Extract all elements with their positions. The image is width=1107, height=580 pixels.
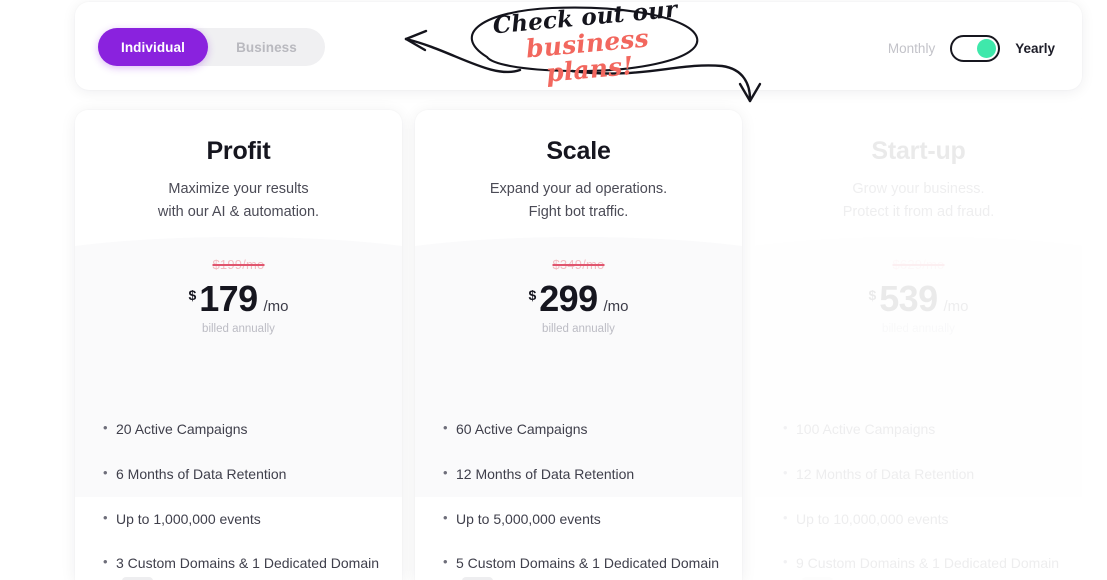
current-price: $ 299 /mo	[415, 281, 742, 317]
feature-text: 12 Months of Data Retention	[456, 465, 635, 482]
feature-text: 9 Custom Domains & 1 Dedicated Domain	[796, 555, 1060, 572]
pricing-card-startup[interactable]: Start-up Grow your business. Protect it …	[755, 110, 1082, 580]
plan-description-line-1: Maximize your results	[168, 181, 309, 197]
feature-text: 60 Active Campaigns	[456, 421, 588, 438]
billing-label-monthly[interactable]: Monthly	[888, 41, 935, 56]
billing-cycle-switch[interactable]	[950, 34, 1001, 62]
plan-description-line-1: Grow your business.	[852, 181, 985, 197]
price-block: $349/mo $ 299 /mo billed annually	[415, 237, 742, 498]
billing-cycle-toggle-group: Monthly Yearly	[888, 33, 1055, 63]
list-item: Up to 1,000,000 events	[103, 507, 384, 531]
list-item: 12 Months of Data Retention	[783, 462, 1064, 486]
currency-symbol: $	[528, 287, 537, 304]
feature-text: 20 Active Campaigns	[116, 421, 248, 438]
list-item: 20 Active Campaigns	[103, 417, 384, 441]
feature-text: Up to 1,000,000 events	[116, 510, 261, 527]
original-price: $349/mo	[552, 257, 605, 273]
billing-label-yearly[interactable]: Yearly	[1015, 41, 1055, 56]
currency-symbol: $	[868, 287, 877, 304]
list-item: 5 Custom Domains & 1 Dedicated DomainSSL	[443, 551, 724, 580]
price-block: $199/mo $ 179 /mo billed annually	[75, 237, 402, 498]
price-amount: 179	[199, 278, 258, 320]
list-item: 3 Custom Domains & 1 Dedicated DomainSSL	[103, 551, 384, 580]
list-item: Up to 5,000,000 events	[443, 507, 724, 531]
original-price: $199/mo	[212, 257, 265, 273]
billing-note: billed annually	[882, 323, 955, 336]
audience-segmented-control[interactable]: Individual Business	[98, 28, 325, 66]
plan-title: Profit	[206, 137, 271, 165]
list-item: 100 Active Campaigns	[783, 417, 1064, 441]
plan-description-line-1: Expand your ad operations.	[489, 181, 668, 197]
feature-text: Up to 10,000,000 events	[796, 510, 949, 527]
tab-business[interactable]: Business	[208, 28, 325, 66]
plan-description-line-2: Fight bot traffic.	[528, 203, 629, 220]
price-period: /mo	[263, 298, 289, 316]
price-amount: 299	[539, 278, 598, 320]
feature-text: 6 Months of Data Retention	[116, 465, 287, 482]
feature-text: Up to 5,000,000 events	[456, 510, 601, 527]
plan-description: Maximize your results with our AI & auto…	[75, 178, 402, 223]
feature-text: 100 Active Campaigns	[796, 421, 936, 438]
list-item: 6 Months of Data Retention	[103, 462, 384, 486]
pricing-card-scale[interactable]: Scale Expand your ad operations. Fight b…	[415, 110, 742, 580]
list-item: Up to 10,000,000 events	[783, 507, 1064, 531]
tab-individual[interactable]: Individual	[98, 28, 208, 66]
plan-title: Start-up	[871, 137, 966, 165]
list-item: 9 Custom Domains & 1 Dedicated DomainSSL	[783, 551, 1064, 580]
feature-text: 5 Custom Domains & 1 Dedicated Domain	[456, 555, 720, 572]
pricing-card-profit[interactable]: Profit Maximize your results with our AI…	[75, 110, 402, 580]
plan-description: Expand your ad operations. Fight bot tra…	[415, 178, 742, 223]
pricing-card-list: Profit Maximize your results with our AI…	[75, 110, 1082, 580]
price-amount: 539	[879, 278, 938, 320]
billing-note: billed annually	[542, 323, 615, 336]
current-price: $ 539 /mo	[755, 281, 1082, 317]
billing-note: billed annually	[202, 323, 275, 336]
original-price: $629/mo	[892, 257, 945, 273]
feature-text: 3 Custom Domains & 1 Dedicated Domain	[116, 555, 380, 572]
price-block: $629/mo $ 539 /mo billed annually	[755, 237, 1082, 498]
price-period: /mo	[603, 298, 629, 316]
plan-description-line-2: with our AI & automation.	[157, 203, 320, 220]
current-price: $ 179 /mo	[75, 281, 402, 317]
price-period: /mo	[943, 298, 969, 316]
currency-symbol: $	[188, 287, 197, 304]
plan-description: Grow your business. Protect it from ad f…	[755, 178, 1082, 223]
plan-description-line-2: Protect it from ad fraud.	[842, 203, 995, 220]
list-item: 12 Months of Data Retention	[443, 462, 724, 486]
list-item: 60 Active Campaigns	[443, 417, 724, 441]
pricing-header-bar: Individual Business Monthly Yearly	[75, 2, 1082, 90]
plan-title: Scale	[546, 137, 611, 165]
feature-text: 12 Months of Data Retention	[796, 465, 975, 482]
switch-knob	[977, 38, 997, 58]
